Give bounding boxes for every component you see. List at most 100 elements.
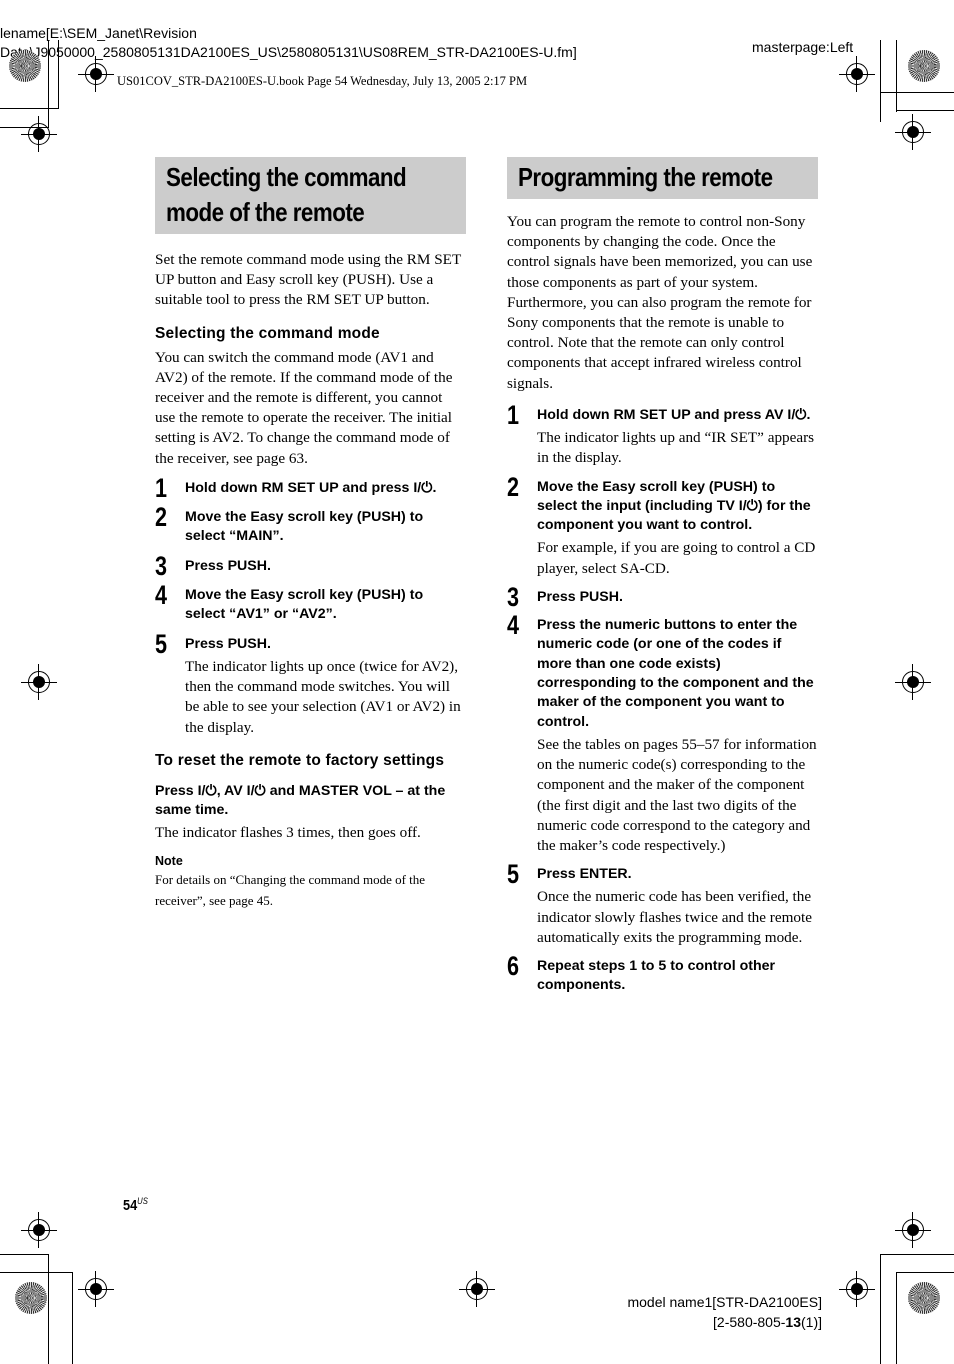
step: 4 Press the numeric buttons to enter the… <box>507 610 818 856</box>
crop-line <box>48 1254 49 1364</box>
step-description: The indicator lights up once (twice for … <box>185 657 461 736</box>
color-target-icon <box>908 1282 940 1314</box>
model-name-block: model name1[STR-DA2100ES] [2-580-805-13(… <box>627 1292 822 1332</box>
crop-line <box>880 40 881 122</box>
crop-line <box>896 110 954 111</box>
section-title-line: mode of the remote <box>166 197 365 227</box>
crop-line <box>880 1254 881 1364</box>
reset-result: The indicator flashes 3 times, then goes… <box>155 824 421 842</box>
step-number: 4 <box>507 610 520 641</box>
model-code-suffix: (1)] <box>801 1314 822 1330</box>
model-code-prefix: [2-580-805- <box>713 1314 786 1330</box>
filename-line-1: lename[E:\SEM_Janet\Revision <box>0 25 197 41</box>
subsection-heading: Selecting the command mode <box>155 324 380 342</box>
step: 3 Press PUSH. <box>155 551 466 581</box>
color-target-icon <box>9 50 41 82</box>
book-info-line: US01COV_STR-DA2100ES-U.book Page 54 Wedn… <box>117 74 528 88</box>
step-instruction: Move the Easy scroll key (PUSH) to selec… <box>185 587 424 623</box>
reset-heading: To reset the remote to factory settings <box>155 751 445 769</box>
step: 5 Press ENTER. Once the numeric code has… <box>507 859 818 948</box>
step-instruction: Hold down RM SET UP and press I/⏻. <box>185 479 437 496</box>
section-title-line: Selecting the command <box>166 162 407 192</box>
steps-list: 1 Hold down RM SET UP and press I/⏻. 2 M… <box>155 473 466 738</box>
crop-line <box>0 108 58 109</box>
section-title-line: Programming the remote <box>518 162 773 192</box>
step-description: See the tables on pages 55–57 for inform… <box>537 735 817 854</box>
step-number: 4 <box>155 580 168 611</box>
page-number: 54US <box>123 1196 148 1214</box>
registration-mark-icon <box>21 664 57 700</box>
step-number: 1 <box>155 472 168 503</box>
page-number-suffix: US <box>137 1196 148 1206</box>
registration-mark-icon <box>78 56 114 92</box>
step: 4 Move the Easy scroll key (PUSH) to sel… <box>155 580 466 625</box>
step-instruction: Press PUSH. <box>185 557 271 574</box>
crop-line <box>896 40 897 112</box>
step: 1 Hold down RM SET UP and press I/⏻. <box>155 473 466 503</box>
left-column: Selecting the command mode of the remote… <box>155 157 466 911</box>
masterpage-label: masterpage:Left <box>752 39 854 55</box>
registration-mark-icon <box>21 1212 57 1248</box>
steps-list: 1 Hold down RM SET UP and press AV I/⏻. … <box>507 400 818 996</box>
registration-mark-icon <box>839 1271 875 1307</box>
crop-line <box>880 92 954 93</box>
intro-text: You can program the remote to control no… <box>507 213 813 291</box>
crop-line <box>880 1254 954 1255</box>
print-filename: lename[E:\SEM_Janet\Revision Data\J90500… <box>0 24 577 62</box>
step: 2 Move the Easy scroll key (PUSH) to sel… <box>507 472 818 579</box>
subsection-body: You can switch the command mode (AV1 and… <box>155 348 453 467</box>
registration-mark-icon <box>459 1271 495 1307</box>
page-number-value: 54 <box>123 1197 138 1214</box>
step: 3 Press PUSH. <box>507 582 818 612</box>
section-title-command-mode: Selecting the command mode of the remote <box>155 157 466 234</box>
step-instruction: Press PUSH. <box>185 635 271 652</box>
step-description: Once the numeric code has been verified,… <box>537 888 812 946</box>
step: 6 Repeat steps 1 to 5 to control other c… <box>507 951 818 996</box>
intro-text: Set the remote command mode using the RM… <box>155 251 461 309</box>
step-instruction: Move the Easy scroll key (PUSH) to selec… <box>185 509 424 545</box>
registration-mark-icon <box>78 1271 114 1307</box>
step-number: 1 <box>507 399 520 430</box>
registration-mark-icon <box>839 56 875 92</box>
crop-line <box>72 1272 73 1364</box>
step: 1 Hold down RM SET UP and press AV I/⏻. … <box>507 400 818 469</box>
note-text: For details on “Changing the command mod… <box>155 871 426 908</box>
step-description: The indicator lights up and “IR SET” app… <box>537 429 815 467</box>
registration-mark-icon <box>895 664 931 700</box>
model-code-revision: 13 <box>785 1314 801 1330</box>
section-title-programming: Programming the remote <box>507 157 818 199</box>
crop-line <box>58 40 59 109</box>
registration-mark-icon <box>895 114 931 150</box>
crop-line <box>896 1272 897 1364</box>
step-number: 3 <box>507 581 520 612</box>
intro-text-2: Furthermore, you can also program the re… <box>507 293 812 392</box>
step-instruction: Hold down RM SET UP and press AV I/⏻. <box>537 406 811 423</box>
step-instruction: Repeat steps 1 to 5 to control other com… <box>537 958 776 994</box>
crop-line <box>896 1272 954 1273</box>
step-instruction: Press PUSH. <box>537 588 623 605</box>
right-column: Programming the remote You can program t… <box>507 157 818 996</box>
color-target-icon <box>15 1282 47 1314</box>
step-number: 2 <box>155 502 168 533</box>
registration-mark-icon <box>895 1212 931 1248</box>
step-instruction: Move the Easy scroll key (PUSH) to selec… <box>537 478 811 534</box>
step-instruction: Press the numeric buttons to enter the n… <box>537 617 814 730</box>
step-instruction: Press ENTER. <box>537 866 632 883</box>
step-number: 2 <box>507 471 520 502</box>
model-name-line: model name1[STR-DA2100ES] <box>627 1294 822 1310</box>
step-number: 6 <box>507 951 520 982</box>
crop-line <box>0 1272 72 1273</box>
model-code-line: [2-580-805-13(1)] <box>627 1312 822 1332</box>
crop-line <box>48 40 49 128</box>
note-label: Note <box>155 853 183 868</box>
reset-instruction: Press I/⏻, AV I/⏻ and MASTER VOL – at th… <box>155 782 446 819</box>
step-number: 5 <box>155 628 168 659</box>
step-number: 3 <box>155 550 168 581</box>
step-number: 5 <box>507 859 520 890</box>
registration-mark-icon <box>21 116 57 152</box>
step: 2 Move the Easy scroll key (PUSH) to sel… <box>155 502 466 547</box>
crop-line <box>0 1254 48 1255</box>
step: 5 Press PUSH. The indicator lights up on… <box>155 629 466 738</box>
step-description: For example, if you are going to control… <box>537 539 816 577</box>
color-target-icon <box>908 50 940 82</box>
